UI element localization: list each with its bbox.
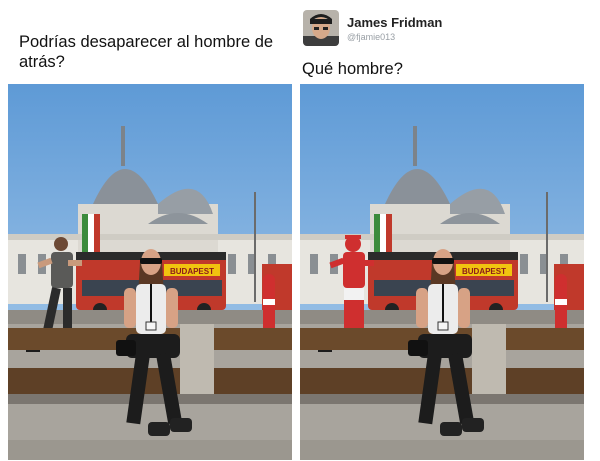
original-photo: BUDAPEST (8, 84, 292, 460)
reply-text: Qué hombre? (302, 60, 403, 78)
author-avatar[interactable] (303, 10, 339, 46)
author-handle[interactable]: @fjamie013 (347, 32, 395, 42)
bus-banner-text: BUDAPEST (170, 267, 214, 276)
request-text: Podrías desaparecer al hombre de atrás? (19, 33, 274, 71)
edited-photo: BUDAPEST (300, 84, 584, 460)
author-header: James Fridman @fjamie013 (303, 10, 593, 50)
bus-banner-text: BUDAPEST (462, 267, 506, 276)
author-name[interactable]: James Fridman (347, 15, 442, 30)
